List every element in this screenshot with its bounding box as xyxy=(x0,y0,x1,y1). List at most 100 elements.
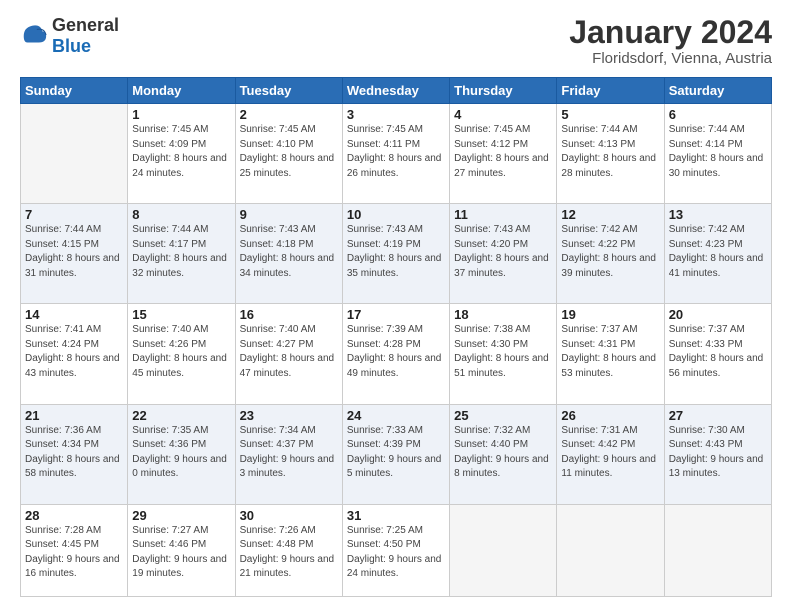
day-detail: Sunrise: 7:45 AM Sunset: 4:11 PM Dayligh… xyxy=(347,123,445,181)
day-detail: Sunrise: 7:28 AM Sunset: 4:45 PM Dayligh… xyxy=(25,524,123,582)
calendar-title: January 2024 xyxy=(569,15,772,50)
day-detail: Sunrise: 7:33 AM Sunset: 4:39 PM Dayligh… xyxy=(347,424,445,482)
day-detail: Sunrise: 7:26 AM Sunset: 4:48 PM Dayligh… xyxy=(240,524,338,582)
calendar-cell: 21Sunrise: 7:36 AM Sunset: 4:34 PM Dayli… xyxy=(21,404,128,504)
header-monday: Monday xyxy=(128,78,235,104)
week-row-5: 28Sunrise: 7:28 AM Sunset: 4:45 PM Dayli… xyxy=(21,504,772,596)
logo: General Blue xyxy=(20,15,119,57)
day-detail: Sunrise: 7:37 AM Sunset: 4:31 PM Dayligh… xyxy=(561,323,659,381)
header-wednesday: Wednesday xyxy=(342,78,449,104)
calendar-cell: 20Sunrise: 7:37 AM Sunset: 4:33 PM Dayli… xyxy=(664,304,771,404)
calendar-cell: 16Sunrise: 7:40 AM Sunset: 4:27 PM Dayli… xyxy=(235,304,342,404)
day-number: 23 xyxy=(240,408,338,423)
day-detail: Sunrise: 7:43 AM Sunset: 4:19 PM Dayligh… xyxy=(347,223,445,281)
day-detail: Sunrise: 7:27 AM Sunset: 4:46 PM Dayligh… xyxy=(132,524,230,582)
calendar-cell: 13Sunrise: 7:42 AM Sunset: 4:23 PM Dayli… xyxy=(664,204,771,304)
day-number: 15 xyxy=(132,307,230,322)
day-number: 30 xyxy=(240,508,338,523)
day-number: 1 xyxy=(132,107,230,122)
day-detail: Sunrise: 7:25 AM Sunset: 4:50 PM Dayligh… xyxy=(347,524,445,582)
calendar-cell: 14Sunrise: 7:41 AM Sunset: 4:24 PM Dayli… xyxy=(21,304,128,404)
day-detail: Sunrise: 7:36 AM Sunset: 4:34 PM Dayligh… xyxy=(25,424,123,482)
day-number: 14 xyxy=(25,307,123,322)
header-tuesday: Tuesday xyxy=(235,78,342,104)
day-detail: Sunrise: 7:44 AM Sunset: 4:13 PM Dayligh… xyxy=(561,123,659,181)
calendar-cell: 2Sunrise: 7:45 AM Sunset: 4:10 PM Daylig… xyxy=(235,104,342,204)
day-number: 22 xyxy=(132,408,230,423)
day-number: 4 xyxy=(454,107,552,122)
header-saturday: Saturday xyxy=(664,78,771,104)
calendar-cell xyxy=(664,504,771,596)
day-detail: Sunrise: 7:35 AM Sunset: 4:36 PM Dayligh… xyxy=(132,424,230,482)
day-number: 3 xyxy=(347,107,445,122)
calendar-subtitle: Floridsdorf, Vienna, Austria xyxy=(569,50,772,67)
day-number: 9 xyxy=(240,207,338,222)
day-number: 20 xyxy=(669,307,767,322)
day-number: 24 xyxy=(347,408,445,423)
weekday-header-row: Sunday Monday Tuesday Wednesday Thursday… xyxy=(21,78,772,104)
calendar-cell: 5Sunrise: 7:44 AM Sunset: 4:13 PM Daylig… xyxy=(557,104,664,204)
day-number: 13 xyxy=(669,207,767,222)
logo-icon xyxy=(20,22,48,50)
day-detail: Sunrise: 7:45 AM Sunset: 4:09 PM Dayligh… xyxy=(132,123,230,181)
calendar-cell: 10Sunrise: 7:43 AM Sunset: 4:19 PM Dayli… xyxy=(342,204,449,304)
day-detail: Sunrise: 7:40 AM Sunset: 4:27 PM Dayligh… xyxy=(240,323,338,381)
day-number: 31 xyxy=(347,508,445,523)
day-detail: Sunrise: 7:44 AM Sunset: 4:14 PM Dayligh… xyxy=(669,123,767,181)
calendar-cell: 26Sunrise: 7:31 AM Sunset: 4:42 PM Dayli… xyxy=(557,404,664,504)
week-row-4: 21Sunrise: 7:36 AM Sunset: 4:34 PM Dayli… xyxy=(21,404,772,504)
header-sunday: Sunday xyxy=(21,78,128,104)
calendar-cell: 15Sunrise: 7:40 AM Sunset: 4:26 PM Dayli… xyxy=(128,304,235,404)
calendar-cell xyxy=(450,504,557,596)
calendar-cell: 9Sunrise: 7:43 AM Sunset: 4:18 PM Daylig… xyxy=(235,204,342,304)
day-detail: Sunrise: 7:45 AM Sunset: 4:12 PM Dayligh… xyxy=(454,123,552,181)
day-number: 26 xyxy=(561,408,659,423)
day-detail: Sunrise: 7:31 AM Sunset: 4:42 PM Dayligh… xyxy=(561,424,659,482)
logo-general: General xyxy=(52,15,119,35)
header-friday: Friday xyxy=(557,78,664,104)
calendar-cell: 29Sunrise: 7:27 AM Sunset: 4:46 PM Dayli… xyxy=(128,504,235,596)
week-row-1: 1Sunrise: 7:45 AM Sunset: 4:09 PM Daylig… xyxy=(21,104,772,204)
calendar-cell: 1Sunrise: 7:45 AM Sunset: 4:09 PM Daylig… xyxy=(128,104,235,204)
day-number: 19 xyxy=(561,307,659,322)
header-thursday: Thursday xyxy=(450,78,557,104)
calendar-cell xyxy=(557,504,664,596)
day-number: 11 xyxy=(454,207,552,222)
day-number: 8 xyxy=(132,207,230,222)
day-number: 7 xyxy=(25,207,123,222)
calendar-cell: 22Sunrise: 7:35 AM Sunset: 4:36 PM Dayli… xyxy=(128,404,235,504)
calendar-cell: 12Sunrise: 7:42 AM Sunset: 4:22 PM Dayli… xyxy=(557,204,664,304)
calendar-cell: 6Sunrise: 7:44 AM Sunset: 4:14 PM Daylig… xyxy=(664,104,771,204)
calendar-cell: 17Sunrise: 7:39 AM Sunset: 4:28 PM Dayli… xyxy=(342,304,449,404)
title-block: January 2024 Floridsdorf, Vienna, Austri… xyxy=(569,15,772,67)
week-row-3: 14Sunrise: 7:41 AM Sunset: 4:24 PM Dayli… xyxy=(21,304,772,404)
day-number: 5 xyxy=(561,107,659,122)
day-number: 25 xyxy=(454,408,552,423)
day-number: 10 xyxy=(347,207,445,222)
day-detail: Sunrise: 7:41 AM Sunset: 4:24 PM Dayligh… xyxy=(25,323,123,381)
header: General Blue January 2024 Floridsdorf, V… xyxy=(20,15,772,67)
calendar-cell: 30Sunrise: 7:26 AM Sunset: 4:48 PM Dayli… xyxy=(235,504,342,596)
day-number: 16 xyxy=(240,307,338,322)
calendar-cell: 3Sunrise: 7:45 AM Sunset: 4:11 PM Daylig… xyxy=(342,104,449,204)
day-detail: Sunrise: 7:44 AM Sunset: 4:15 PM Dayligh… xyxy=(25,223,123,281)
day-detail: Sunrise: 7:45 AM Sunset: 4:10 PM Dayligh… xyxy=(240,123,338,181)
logo-text: General Blue xyxy=(52,15,119,57)
day-number: 29 xyxy=(132,508,230,523)
calendar-cell xyxy=(21,104,128,204)
calendar-cell: 27Sunrise: 7:30 AM Sunset: 4:43 PM Dayli… xyxy=(664,404,771,504)
day-number: 18 xyxy=(454,307,552,322)
day-number: 28 xyxy=(25,508,123,523)
calendar-table: Sunday Monday Tuesday Wednesday Thursday… xyxy=(20,77,772,597)
calendar-cell: 24Sunrise: 7:33 AM Sunset: 4:39 PM Dayli… xyxy=(342,404,449,504)
day-detail: Sunrise: 7:32 AM Sunset: 4:40 PM Dayligh… xyxy=(454,424,552,482)
day-number: 17 xyxy=(347,307,445,322)
day-detail: Sunrise: 7:43 AM Sunset: 4:18 PM Dayligh… xyxy=(240,223,338,281)
day-number: 21 xyxy=(25,408,123,423)
logo-blue: Blue xyxy=(52,36,91,56)
day-detail: Sunrise: 7:44 AM Sunset: 4:17 PM Dayligh… xyxy=(132,223,230,281)
calendar-cell: 18Sunrise: 7:38 AM Sunset: 4:30 PM Dayli… xyxy=(450,304,557,404)
day-detail: Sunrise: 7:42 AM Sunset: 4:22 PM Dayligh… xyxy=(561,223,659,281)
calendar-cell: 11Sunrise: 7:43 AM Sunset: 4:20 PM Dayli… xyxy=(450,204,557,304)
calendar-cell: 19Sunrise: 7:37 AM Sunset: 4:31 PM Dayli… xyxy=(557,304,664,404)
